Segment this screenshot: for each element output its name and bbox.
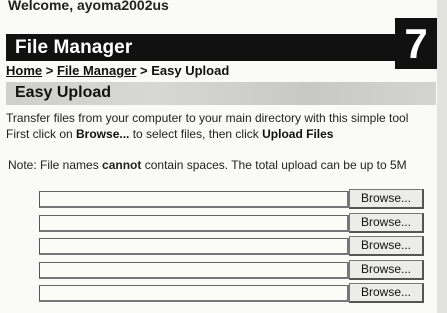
file-path-input[interactable] [39,238,349,255]
breadcrumb: Home > File Manager > Easy Upload [6,63,229,78]
browse-button[interactable]: Browse... [349,259,424,280]
note-text: contain spaces. The total upload can be … [141,158,407,172]
breadcrumb-home-link[interactable]: Home [6,63,42,78]
page-margin [437,0,447,313]
description-line-2: First click on Browse... to select files… [6,126,436,142]
browse-button[interactable]: Browse... [349,236,424,256]
description-line-1: Transfer files from your computer to you… [6,111,409,125]
breadcrumb-file-manager-link[interactable]: File Manager [57,63,136,78]
description-text: First click on [6,127,77,141]
browse-button[interactable]: Browse... [349,283,424,303]
description: Transfer files from your computer to you… [6,110,436,142]
file-upload-row: Browse... [39,189,424,213]
browse-button[interactable]: Browse... [349,189,424,209]
page-title: File Manager [15,37,133,58]
description-text: to select files, then click [129,127,263,141]
breadcrumb-current: Easy Upload [151,63,230,78]
file-path-input[interactable] [39,285,349,302]
file-upload-row: Browse... [39,283,424,307]
file-path-input[interactable] [39,214,349,232]
browse-button[interactable]: Browse... [349,212,424,233]
note-text: Note: File names [8,158,103,172]
breadcrumb-separator: > [136,63,152,78]
page: Welcome, ayoma2002us File Manager 7 Home… [0,0,437,313]
upload-note: Note: File names cannot contain spaces. … [8,158,407,172]
file-upload-row: Browse... [39,236,424,260]
file-upload-row: Browse... [39,212,424,237]
section-title: Easy Upload [15,84,112,101]
note-bold: cannot [102,158,142,172]
breadcrumb-separator: > [42,63,57,78]
title-bar: File Manager 7 [6,18,437,69]
file-upload-row: Browse... [39,259,424,284]
welcome-text: Welcome, ayoma2002us [8,0,169,13]
section-header: Easy Upload [6,82,436,105]
description-browse-bold: Browse... [76,127,130,141]
description-upload-bold: Upload Files [262,127,334,141]
file-upload-list: Browse... Browse... Browse... Browse... … [39,189,424,307]
page-number-badge: 7 [395,18,437,69]
file-path-input[interactable] [39,191,349,208]
file-path-input[interactable] [39,261,349,279]
